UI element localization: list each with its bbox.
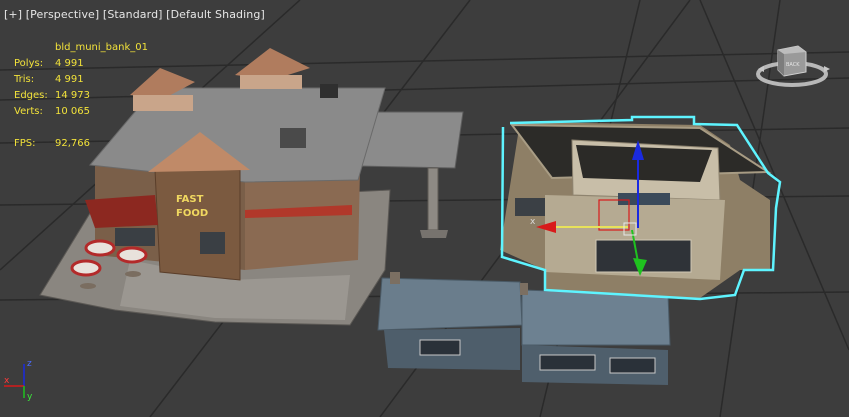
front-window	[115, 228, 155, 246]
stats-label: Polys:	[14, 58, 44, 69]
canopy-pillar	[427, 167, 439, 231]
main-building-front	[245, 170, 360, 270]
stats-value: 10 065	[55, 106, 90, 117]
front-window-2	[200, 232, 225, 254]
viewport-label-menu[interactable]: [+] [Perspective] [Standard] [Default Sh…	[4, 8, 265, 21]
house-roof-left	[377, 277, 523, 331]
stats-label: FPS:	[14, 138, 36, 149]
viewport-shading-standard-menu[interactable]: [Standard]	[103, 8, 163, 21]
house-window-1	[419, 339, 461, 356]
viewport-perspective[interactable]: FAST FOOD x [+] [Perspective] [Standard]…	[0, 0, 849, 417]
gizmo-x-label: x	[530, 217, 536, 227]
viewport-shading-mode-menu[interactable]: [Default Shading]	[166, 8, 265, 21]
stats-label: Verts:	[14, 106, 43, 117]
bank-upper-roof	[576, 145, 712, 182]
fast-food-sign-line2: FOOD	[176, 208, 208, 219]
stats-label: Tris:	[14, 74, 35, 85]
axis-label-y: y	[27, 392, 33, 402]
house-window-2	[539, 354, 596, 371]
sign-tower	[154, 169, 241, 281]
stats-value: 4 991	[55, 58, 84, 69]
stats-value: 14 973	[55, 90, 90, 101]
stats-label: Edges:	[14, 90, 48, 101]
hip-roof-left-base	[133, 95, 193, 111]
bank-side-windows	[515, 198, 545, 216]
scene-canvas[interactable]: FAST FOOD x	[0, 0, 849, 417]
red-awning-left	[85, 195, 158, 228]
hip-roof-right-base	[240, 75, 302, 89]
house-chimney	[390, 272, 400, 284]
viewcube[interactable]: BACK	[754, 36, 834, 94]
viewcube-face-label: BACK	[786, 62, 800, 68]
bank-sign-plate	[618, 193, 670, 205]
viewcube-face-side[interactable]	[778, 50, 784, 76]
viewport-general-menu[interactable]: [+]	[4, 8, 22, 21]
bank-building-selected[interactable]	[500, 122, 772, 298]
roof-unit-1	[320, 84, 338, 98]
house-chimney-2	[520, 283, 528, 295]
house-window-3	[609, 357, 656, 374]
house-roof-right	[521, 289, 671, 346]
viewport-point-of-view-menu[interactable]: [Perspective]	[26, 8, 100, 21]
axis-label-x: x	[4, 376, 10, 386]
canopy-base	[420, 230, 448, 238]
stats-value: 92,766	[55, 138, 90, 149]
axis-label-z: z	[27, 359, 32, 369]
fast-food-sign-line1: FAST	[176, 194, 204, 205]
roof-unit-2	[280, 128, 306, 148]
stats-object-name: bld_muni_bank_01	[55, 42, 148, 53]
axis-tripod: z x y	[4, 359, 33, 402]
stats-value: 4 991	[55, 74, 84, 85]
